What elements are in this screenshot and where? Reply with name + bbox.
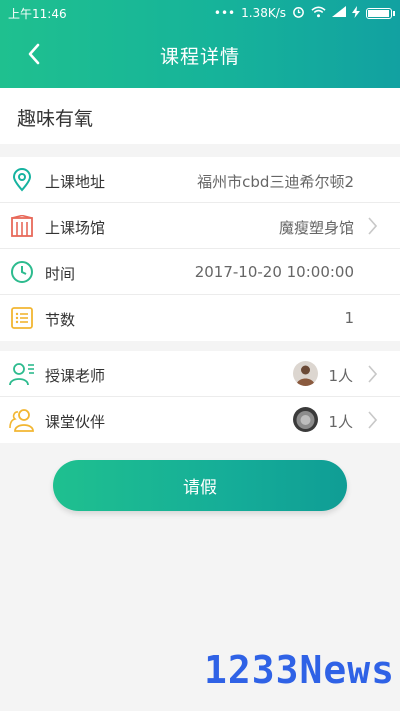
people-label-teacher: 授课老师: [45, 367, 106, 385]
chevron-right-icon: [364, 365, 380, 383]
detail-label-venue: 上课场馆: [45, 219, 106, 237]
watermark-text: 1233News: [203, 648, 395, 692]
detail-row-venue[interactable]: 上课场馆 魔瘦塑身馆: [0, 203, 400, 249]
charging-icon: [352, 5, 360, 21]
building-icon: [9, 213, 35, 239]
detail-value-sessions: 1: [344, 309, 354, 327]
more-dots-icon: •••: [213, 6, 236, 20]
teacher-avatar: [293, 361, 318, 386]
net-speed: 1.38K/s: [241, 6, 286, 20]
header-bar: 上午11:46 ••• 1.38K/s 课程详情: [0, 0, 400, 88]
detail-label-time: 时间: [45, 265, 76, 283]
people-label-partners: 课堂伙伴: [45, 413, 106, 431]
teacher-icon: [9, 361, 35, 387]
status-bar: 上午11:46 ••• 1.38K/s: [0, 0, 400, 24]
battery-icon: [366, 7, 395, 19]
chevron-right-icon: [364, 217, 380, 235]
location-pin-icon: [9, 167, 35, 193]
course-details-group: 上课地址 福州市cbd三迪希尔顿2 上课场馆 魔瘦塑身馆 时间 2017-10-…: [0, 157, 400, 341]
battery-fill: [368, 9, 390, 17]
detail-row-time: 时间 2017-10-20 10:00:00: [0, 249, 400, 295]
list-icon: [9, 305, 35, 331]
course-people-group: 授课老师 1人 课堂伙伴 1人: [0, 351, 400, 443]
leave-button[interactable]: 请假: [53, 460, 347, 511]
detail-row-sessions: 节数 1: [0, 295, 400, 341]
detail-label-address: 上课地址: [45, 173, 106, 191]
people-count-teacher: 1人: [328, 367, 353, 385]
chevron-right-icon: [364, 411, 380, 429]
signal-icon: [332, 6, 346, 20]
course-card: 趣味有氧: [0, 88, 400, 144]
course-name: 趣味有氧: [17, 108, 94, 130]
partner-avatar: [293, 407, 318, 432]
page-title: 课程详情: [159, 46, 240, 68]
detail-value-venue: 魔瘦塑身馆: [278, 219, 354, 237]
partners-icon: [9, 407, 35, 433]
detail-label-sessions: 节数: [45, 311, 76, 329]
detail-row-address: 上课地址 福州市cbd三迪希尔顿2: [0, 157, 400, 203]
alarm-icon: [292, 5, 305, 21]
status-time: 上午11:46: [8, 7, 67, 21]
nav-bar: 课程详情: [0, 24, 400, 84]
detail-value-time: 2017-10-20 10:00:00: [194, 263, 354, 281]
people-row-teacher[interactable]: 授课老师 1人: [0, 351, 400, 397]
people-row-partners[interactable]: 课堂伙伴 1人: [0, 397, 400, 443]
people-count-partners: 1人: [328, 413, 353, 431]
status-right: ••• 1.38K/s: [213, 5, 395, 21]
wifi-icon: [311, 6, 326, 21]
clock-icon: [9, 259, 35, 285]
detail-value-address: 福州市cbd三迪希尔顿2: [197, 173, 354, 191]
